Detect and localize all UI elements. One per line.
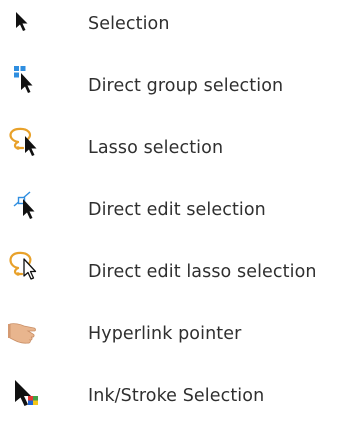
tool-item-hyperlink-pointer[interactable]: Hyperlink pointer — [0, 310, 360, 358]
tool-label-lasso-selection: Lasso selection — [88, 138, 224, 158]
arrow-cursor-icon — [0, 0, 52, 48]
tool-item-direct-edit-lasso-selection[interactable]: Direct edit lasso selection — [0, 248, 360, 296]
tool-item-selection[interactable]: Selection — [0, 0, 360, 48]
tool-label-ink-stroke-selection: Ink/Stroke Selection — [88, 386, 265, 406]
tool-label-direct-group-selection: Direct group selection — [88, 76, 284, 96]
lasso-cursor-icon — [0, 124, 52, 172]
tool-item-lasso-selection[interactable]: Lasso selection — [0, 124, 360, 172]
tool-label-direct-edit-selection: Direct edit selection — [88, 200, 266, 220]
ink-stroke-cursor-icon — [0, 372, 52, 420]
group-selection-cursor-icon — [0, 62, 52, 110]
direct-edit-lasso-cursor-icon — [0, 248, 52, 296]
tool-label-hyperlink-pointer: Hyperlink pointer — [88, 324, 242, 344]
tool-item-ink-stroke-selection[interactable]: Ink/Stroke Selection — [0, 372, 360, 420]
tool-item-direct-group-selection[interactable]: Direct group selection — [0, 62, 360, 110]
selection-tools-list: Selection Direct group selection Lasso s… — [0, 0, 360, 425]
tool-label-direct-edit-lasso-selection: Direct edit lasso selection — [88, 262, 317, 282]
hand-pointer-icon — [0, 310, 52, 358]
direct-edit-cursor-icon — [0, 186, 52, 234]
tool-label-selection: Selection — [88, 14, 170, 34]
tool-item-direct-edit-selection[interactable]: Direct edit selection — [0, 186, 360, 234]
